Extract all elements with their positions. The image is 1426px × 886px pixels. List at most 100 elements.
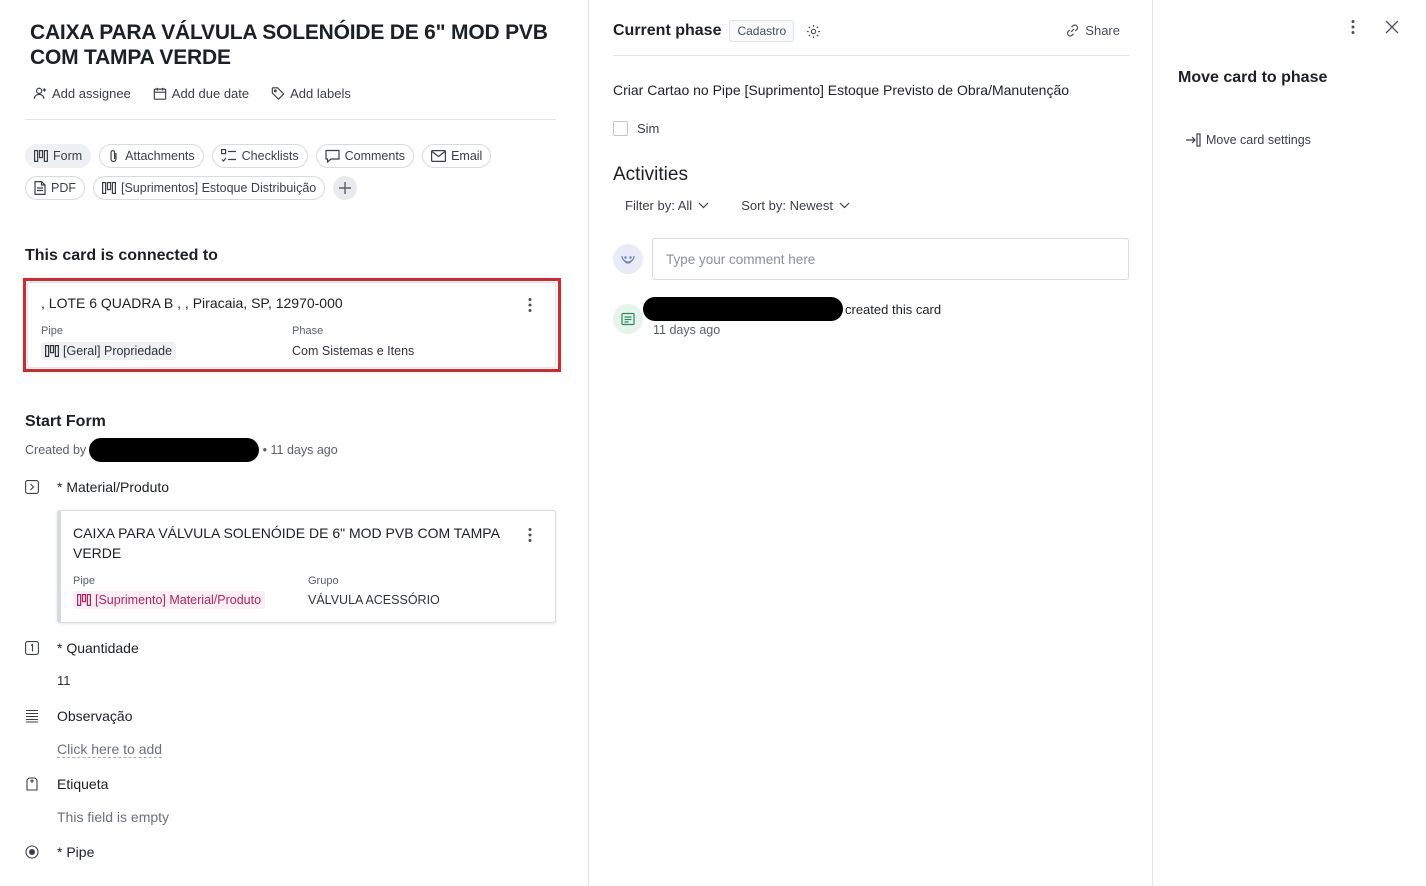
start-form-heading: Start Form [25, 413, 106, 430]
field-quantidade-label: * Quantidade [57, 640, 139, 656]
field-observacao-label-row: Observação [25, 708, 132, 724]
material-pipe-value: [Suprimento] Material/Produto [95, 593, 262, 607]
chip-checklists-label: Checklists [241, 149, 299, 163]
pipe-icon [102, 182, 116, 194]
activity-entry: created this card [643, 297, 941, 321]
phase-field-question: Criar Cartao no Pipe [Suprimento] Estoqu… [613, 82, 1070, 98]
document-icon [34, 181, 46, 195]
material-card-title[interactable]: CAIXA PARA VÁLVULA SOLENÓIDE DE 6" MOD P… [73, 523, 513, 563]
field-observacao-add-link[interactable]: Click here to add [57, 741, 163, 758]
activity-filters: Filter by: All Sort by: Newest [625, 198, 850, 213]
field-etiqueta-value[interactable]: This field is empty [57, 809, 169, 825]
add-due-date-button[interactable]: Add due date [153, 86, 249, 101]
created-by-label: Created by [25, 443, 87, 457]
connected-pipe-tag[interactable]: [Geral] Propriedade [41, 342, 177, 360]
field-material-label: * Material/Produto [57, 479, 170, 495]
add-assignee-label: Add assignee [52, 86, 131, 101]
card-section-chips: Form Attachments Checklists Comments Ema… [25, 144, 545, 200]
field-quantidade-value[interactable]: 11 [57, 673, 71, 688]
comment-input[interactable] [652, 238, 1129, 280]
label-field-icon [25, 777, 39, 791]
sim-checkbox-label: Sim [637, 121, 660, 136]
field-pipe-label: * Pipe [57, 844, 95, 860]
phase-field-option[interactable]: Sim [613, 121, 659, 136]
card-title[interactable]: CAIXA PARA VÁLVULA SOLENÓIDE DE 6" MOD P… [30, 20, 560, 70]
created-time: • 11 days ago [262, 443, 338, 457]
chip-pdf[interactable]: PDF [25, 176, 85, 200]
pipe-icon [45, 345, 59, 357]
chip-comments-label: Comments [344, 149, 406, 163]
sort-label: Sort by: Newest [741, 198, 833, 213]
kebab-icon [528, 297, 532, 313]
person-add-icon [33, 87, 47, 101]
connected-card-title[interactable]: , LOTE 6 QUADRA B , , Piracaia, SP, 1297… [41, 295, 343, 311]
sort-dropdown[interactable]: Sort by: Newest [741, 198, 850, 213]
add-assignee-button[interactable]: Add assignee [33, 86, 131, 101]
close-icon [1385, 20, 1399, 34]
connected-phase-label: Phase [292, 325, 324, 337]
filter-dropdown[interactable]: Filter by: All [625, 198, 709, 213]
field-etiqueta-label-row: Etiqueta [25, 776, 108, 792]
chevron-down-icon [698, 202, 709, 209]
chip-pdf-label: PDF [51, 181, 76, 195]
link-icon [1065, 23, 1080, 38]
phase-activity-panel: Current phase Cadastro Share Criar Carta… [589, 0, 1153, 886]
checklist-icon [220, 149, 237, 163]
pipe-icon [34, 150, 48, 162]
activity-entry-text: created this card [845, 301, 942, 317]
connected-pipe-value: [Geral] Propriedade [63, 344, 173, 358]
activity-entry-icon [613, 304, 643, 334]
connected-phase-value: Com Sistemas e Itens [292, 344, 415, 358]
connected-card-menu-button[interactable] [528, 297, 532, 313]
divider [25, 119, 556, 120]
comment-icon [325, 149, 340, 163]
current-phase-header: Current phase Cadastro [613, 20, 821, 42]
move-to-icon [1185, 133, 1201, 147]
kebab-icon [528, 527, 532, 543]
radio-field-icon [25, 845, 39, 859]
add-section-button[interactable] [333, 176, 358, 200]
smile-icon [619, 250, 637, 268]
activity-entry-time: 11 days ago [653, 323, 721, 337]
chip-form[interactable]: Form [25, 144, 92, 168]
phase-badge[interactable]: Cadastro [729, 20, 795, 42]
tag-icon [271, 87, 285, 101]
chip-comments[interactable]: Comments [315, 144, 415, 168]
card-meta-actions: Add assignee Add due date Add labels [33, 86, 351, 101]
chip-checklists[interactable]: Checklists [211, 144, 308, 168]
field-material-label-row: * Material/Produto [25, 479, 169, 495]
chip-connected-pipe[interactable]: [Suprimentos] Estoque Distribuição [93, 176, 326, 200]
material-pipe-tag[interactable]: [Suprimento] Material/Produto [73, 591, 266, 609]
material-pipe-label: Pipe [73, 575, 96, 587]
material-card-menu-button[interactable] [528, 527, 532, 543]
chip-attachments[interactable]: Attachments [99, 144, 204, 168]
move-card-settings-button[interactable]: Move card settings [1185, 133, 1311, 147]
field-pipe-label-row: * Pipe [25, 844, 94, 860]
close-button[interactable] [1385, 20, 1399, 34]
share-label: Share [1085, 23, 1120, 38]
material-group-label: Grupo [308, 575, 339, 587]
number-field-icon [25, 641, 39, 655]
add-due-date-label: Add due date [171, 86, 250, 101]
activities-heading: Activities [613, 164, 688, 185]
card-form-panel: CAIXA PARA VÁLVULA SOLENÓIDE DE 6" MOD P… [0, 0, 589, 886]
paperclip-icon [108, 149, 120, 163]
field-quantidade-label-row: * Quantidade [25, 640, 139, 656]
chip-email[interactable]: Email [422, 144, 492, 168]
panel-menu-button[interactable] [1351, 19, 1355, 35]
phase-settings-icon[interactable] [806, 24, 821, 39]
connected-pipe-label: Pipe [41, 325, 64, 337]
plus-icon [338, 181, 352, 195]
user-avatar [613, 244, 643, 274]
add-labels-button[interactable]: Add labels [271, 86, 351, 101]
chip-attachments-label: Attachments [125, 149, 195, 163]
sim-checkbox[interactable] [613, 121, 628, 136]
material-group-value: VÁLVULA ACESSÓRIO [308, 593, 440, 607]
redacted-user [643, 297, 843, 321]
add-labels-label: Add labels [290, 86, 351, 101]
current-phase-label: Current phase [613, 22, 722, 39]
chip-form-label: Form [53, 149, 83, 163]
share-button[interactable]: Share [1065, 23, 1120, 38]
connected-heading: This card is connected to [25, 247, 218, 264]
move-card-settings-label: Move card settings [1206, 133, 1311, 147]
